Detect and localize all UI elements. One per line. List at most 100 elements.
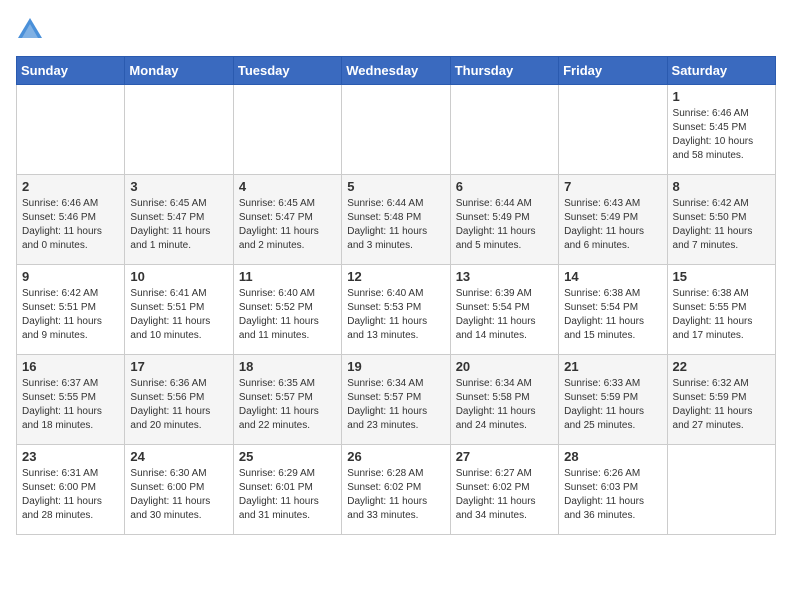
day-info: Sunrise: 6:31 AM Sunset: 6:00 PM Dayligh… [22,467,119,523]
weekday-header-thursday: Thursday [450,57,558,85]
day-number: 23 [22,449,119,464]
logo-icon [16,16,44,44]
calendar-cell [17,85,125,175]
calendar-cell [125,85,233,175]
day-info: Sunrise: 6:43 AM Sunset: 5:49 PM Dayligh… [564,197,661,253]
day-info: Sunrise: 6:44 AM Sunset: 5:49 PM Dayligh… [456,197,553,253]
day-number: 22 [673,359,770,374]
calendar-week-row: 1 Sunrise: 6:46 AM Sunset: 5:45 PM Daylig… [17,85,776,175]
calendar-cell: 15Sunrise: 6:38 AM Sunset: 5:55 PM Dayli… [667,265,775,355]
day-info: Sunrise: 6:42 AM Sunset: 5:50 PM Dayligh… [673,197,770,253]
day-number: 5 [347,179,444,194]
day-number: 9 [22,269,119,284]
day-number: 2 [22,179,119,194]
day-number: 8 [673,179,770,194]
day-info: Sunrise: 6:35 AM Sunset: 5:57 PM Dayligh… [239,377,336,433]
calendar-cell: 6 Sunrise: 6:44 AM Sunset: 5:49 PM Daylig… [450,175,558,265]
day-info: Sunrise: 6:29 AM Sunset: 6:01 PM Dayligh… [239,467,336,523]
calendar-cell [233,85,341,175]
calendar-week-row: 2 Sunrise: 6:46 AM Sunset: 5:46 PM Daylig… [17,175,776,265]
weekday-header-sunday: Sunday [17,57,125,85]
day-info: Sunrise: 6:40 AM Sunset: 5:53 PM Dayligh… [347,287,444,343]
day-number: 27 [456,449,553,464]
day-info: Sunrise: 6:46 AM Sunset: 5:46 PM Dayligh… [22,197,119,253]
calendar-cell: 14 Sunrise: 6:38 AM Sunset: 5:54 PM Dayli… [559,265,667,355]
day-number: 19 [347,359,444,374]
calendar-cell: 12 Sunrise: 6:40 AM Sunset: 5:53 PM Dayli… [342,265,450,355]
weekday-header-monday: Monday [125,57,233,85]
weekday-header-tuesday: Tuesday [233,57,341,85]
day-info: Sunrise: 6:38 AM Sunset: 5:55 PM Dayligh… [673,287,770,343]
calendar-cell: 3 Sunrise: 6:45 AM Sunset: 5:47 PM Daylig… [125,175,233,265]
day-number: 12 [347,269,444,284]
day-info: Sunrise: 6:33 AM Sunset: 5:59 PM Dayligh… [564,377,661,433]
day-number: 26 [347,449,444,464]
day-number: 18 [239,359,336,374]
day-info: Sunrise: 6:45 AM Sunset: 5:47 PM Dayligh… [130,197,227,253]
day-info: Sunrise: 6:40 AM Sunset: 5:52 PM Dayligh… [239,287,336,343]
calendar-cell: 11 Sunrise: 6:40 AM Sunset: 5:52 PM Dayli… [233,265,341,355]
logo [16,16,48,44]
calendar-cell [342,85,450,175]
calendar-cell: 9 Sunrise: 6:42 AM Sunset: 5:51 PM Daylig… [17,265,125,355]
day-number: 11 [239,269,336,284]
calendar-cell: 23 Sunrise: 6:31 AM Sunset: 6:00 PM Dayli… [17,445,125,535]
day-info: Sunrise: 6:30 AM Sunset: 6:00 PM Dayligh… [130,467,227,523]
day-info: Sunrise: 6:38 AM Sunset: 5:54 PM Dayligh… [564,287,661,343]
calendar-cell: 28 Sunrise: 6:26 AM Sunset: 6:03 PM Dayli… [559,445,667,535]
day-info: Sunrise: 6:27 AM Sunset: 6:02 PM Dayligh… [456,467,553,523]
calendar-cell: 26 Sunrise: 6:28 AM Sunset: 6:02 PM Dayli… [342,445,450,535]
calendar-cell: 19 Sunrise: 6:34 AM Sunset: 5:57 PM Dayli… [342,355,450,445]
day-info: Sunrise: 6:28 AM Sunset: 6:02 PM Dayligh… [347,467,444,523]
weekday-header-friday: Friday [559,57,667,85]
calendar-cell: 13Sunrise: 6:39 AM Sunset: 5:54 PM Dayli… [450,265,558,355]
calendar-cell: 20 Sunrise: 6:34 AM Sunset: 5:58 PM Dayli… [450,355,558,445]
calendar-cell: 8 Sunrise: 6:42 AM Sunset: 5:50 PM Daylig… [667,175,775,265]
calendar-cell: 5 Sunrise: 6:44 AM Sunset: 5:48 PM Daylig… [342,175,450,265]
day-info: Sunrise: 6:36 AM Sunset: 5:56 PM Dayligh… [130,377,227,433]
day-number: 1 [673,89,770,104]
day-info: Sunrise: 6:34 AM Sunset: 5:58 PM Dayligh… [456,377,553,433]
day-info: Sunrise: 6:42 AM Sunset: 5:51 PM Dayligh… [22,287,119,343]
calendar-cell: 2 Sunrise: 6:46 AM Sunset: 5:46 PM Daylig… [17,175,125,265]
calendar-cell: 22 Sunrise: 6:32 AM Sunset: 5:59 PM Dayli… [667,355,775,445]
day-info: Sunrise: 6:37 AM Sunset: 5:55 PM Dayligh… [22,377,119,433]
calendar-cell: 17Sunrise: 6:36 AM Sunset: 5:56 PM Dayli… [125,355,233,445]
weekday-header-row: SundayMondayTuesdayWednesdayThursdayFrid… [17,57,776,85]
day-info: Sunrise: 6:41 AM Sunset: 5:51 PM Dayligh… [130,287,227,343]
calendar-week-row: 23 Sunrise: 6:31 AM Sunset: 6:00 PM Dayli… [17,445,776,535]
day-info: Sunrise: 6:46 AM Sunset: 5:45 PM Dayligh… [673,107,770,163]
day-number: 28 [564,449,661,464]
day-number: 3 [130,179,227,194]
calendar-cell: 4 Sunrise: 6:45 AM Sunset: 5:47 PM Daylig… [233,175,341,265]
calendar-cell: 18 Sunrise: 6:35 AM Sunset: 5:57 PM Dayli… [233,355,341,445]
calendar-cell: 7 Sunrise: 6:43 AM Sunset: 5:49 PM Daylig… [559,175,667,265]
calendar-cell: 27 Sunrise: 6:27 AM Sunset: 6:02 PM Dayli… [450,445,558,535]
day-number: 10 [130,269,227,284]
calendar-cell [667,445,775,535]
calendar-cell: 25 Sunrise: 6:29 AM Sunset: 6:01 PM Dayli… [233,445,341,535]
calendar-week-row: 9 Sunrise: 6:42 AM Sunset: 5:51 PM Daylig… [17,265,776,355]
calendar-cell: 16Sunrise: 6:37 AM Sunset: 5:55 PM Dayli… [17,355,125,445]
calendar-cell: 24 Sunrise: 6:30 AM Sunset: 6:00 PM Dayli… [125,445,233,535]
day-info: Sunrise: 6:44 AM Sunset: 5:48 PM Dayligh… [347,197,444,253]
day-info: Sunrise: 6:26 AM Sunset: 6:03 PM Dayligh… [564,467,661,523]
day-number: 6 [456,179,553,194]
calendar-week-row: 16Sunrise: 6:37 AM Sunset: 5:55 PM Dayli… [17,355,776,445]
day-number: 7 [564,179,661,194]
day-number: 14 [564,269,661,284]
day-number: 25 [239,449,336,464]
day-info: Sunrise: 6:32 AM Sunset: 5:59 PM Dayligh… [673,377,770,433]
weekday-header-wednesday: Wednesday [342,57,450,85]
day-number: 21 [564,359,661,374]
day-info: Sunrise: 6:45 AM Sunset: 5:47 PM Dayligh… [239,197,336,253]
weekday-header-saturday: Saturday [667,57,775,85]
calendar-cell: 21 Sunrise: 6:33 AM Sunset: 5:59 PM Dayli… [559,355,667,445]
calendar-cell: 1 Sunrise: 6:46 AM Sunset: 5:45 PM Daylig… [667,85,775,175]
day-info: Sunrise: 6:39 AM Sunset: 5:54 PM Dayligh… [456,287,553,343]
day-number: 24 [130,449,227,464]
day-info: Sunrise: 6:34 AM Sunset: 5:57 PM Dayligh… [347,377,444,433]
day-number: 4 [239,179,336,194]
calendar-table: SundayMondayTuesdayWednesdayThursdayFrid… [16,56,776,535]
day-number: 20 [456,359,553,374]
